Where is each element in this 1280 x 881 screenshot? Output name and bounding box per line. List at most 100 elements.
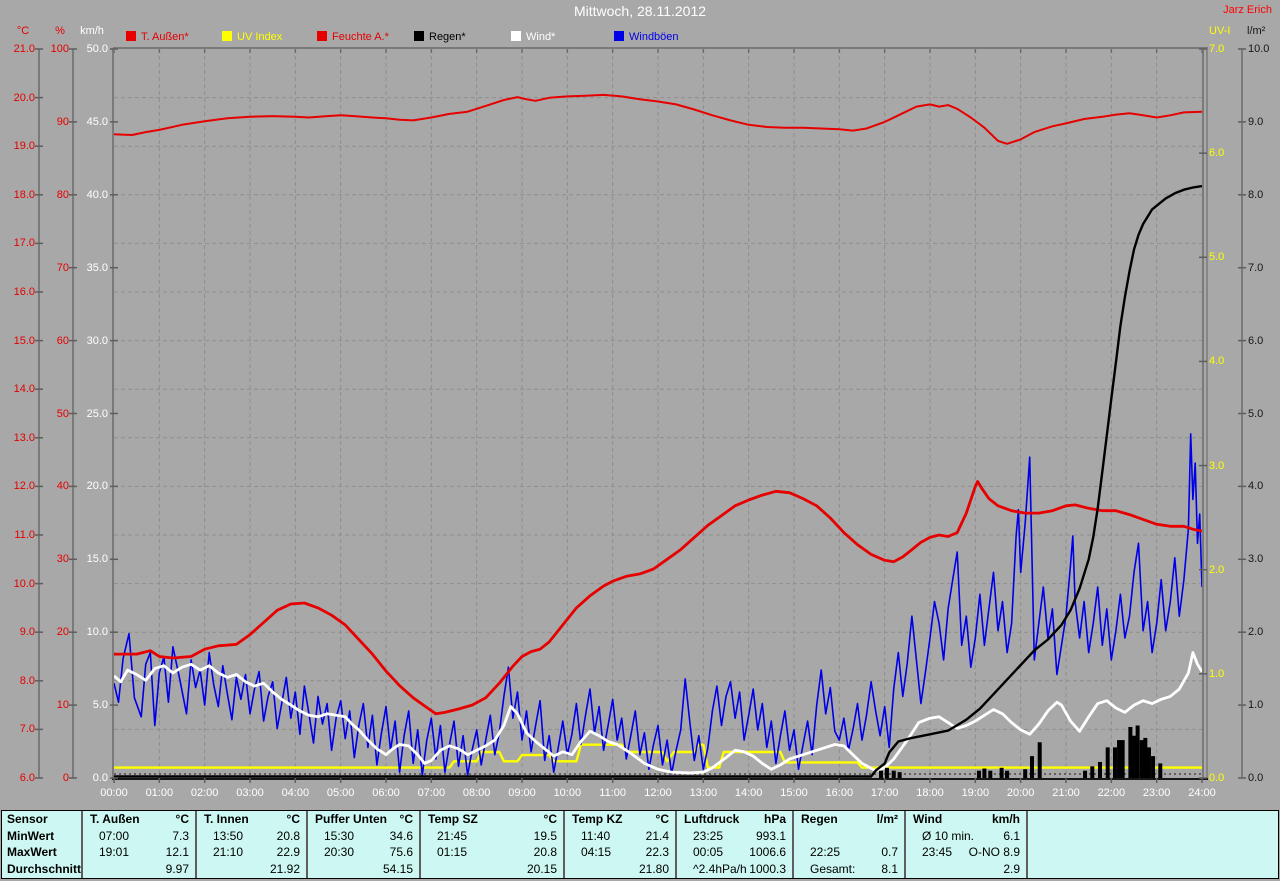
cell-time [308, 861, 383, 878]
y-tick-label: 6.0 [1248, 335, 1280, 347]
cell-value: 7.3 [172, 828, 195, 845]
x-tick-label: 03:00 [230, 787, 270, 799]
y-tick-label: 50.0 [74, 43, 108, 55]
rain-bar [1005, 771, 1009, 778]
cell-time: 19:01 [83, 844, 166, 861]
cell-time [906, 861, 1003, 878]
x-tick-label: 11:00 [593, 787, 633, 799]
table-cell: Ø 10 min.6.1 [906, 828, 1026, 845]
x-tick-label: 07:00 [411, 787, 451, 799]
cell-time [83, 861, 166, 878]
legend-label: UV Index [237, 31, 282, 43]
x-tick-label: 21:00 [1046, 787, 1086, 799]
cell-value: 21.4 [646, 828, 675, 845]
cell-time: 07:00 [83, 828, 172, 845]
x-tick-label: 12:00 [638, 787, 678, 799]
cell-value: °C [287, 811, 306, 828]
rain-bar [885, 768, 889, 778]
cell-value: 12.1 [166, 844, 195, 861]
table-cell: 2.9 [906, 861, 1026, 878]
y-tick-label: 3.0 [1209, 460, 1241, 472]
table-header-cell: Windkm/h [906, 811, 1026, 828]
rain-bar [1147, 747, 1151, 778]
y-tick-label: 2.0 [1209, 564, 1241, 576]
cell-time: Temp SZ [421, 811, 544, 828]
rain-bar [1140, 740, 1144, 778]
cell-value: O-NO 8.9 [969, 844, 1026, 861]
rain-bar [1106, 747, 1110, 778]
cell-time: 23:25 [677, 828, 756, 845]
y-tick-label: 80 [42, 189, 69, 201]
y-tick-label: 12.0 [4, 480, 35, 492]
y-tick-label: 45.0 [74, 116, 108, 128]
cell-time: 21:45 [421, 828, 534, 845]
cell-time: 21:10 [197, 844, 277, 861]
cell-value: 20.15 [527, 861, 563, 878]
y-tick-label: 35.0 [74, 262, 108, 274]
y-tick-label: 0 [42, 772, 69, 784]
y-tick-label: 15.0 [74, 553, 108, 565]
cell-value: 19.5 [534, 828, 563, 845]
rain-bar [1143, 738, 1147, 778]
cell-time: Temp KZ [565, 811, 656, 828]
y-tick-label: 40 [42, 480, 69, 492]
cell-value: 34.6 [390, 828, 419, 845]
y-tick-label: 1.0 [1248, 699, 1280, 711]
table-header-cell: Regenl/m² [794, 811, 904, 828]
cell-time: 04:15 [565, 844, 646, 861]
table-column: LuftdruckhPa23:25993.100:051006.6^2.4hPa… [675, 811, 792, 878]
rain-bar [977, 771, 981, 778]
table-column: Windkm/hØ 10 min.6.123:45O-NO 8.92.9 [904, 811, 1026, 878]
y-tick-label: 0.0 [1248, 772, 1280, 784]
table-filler [1026, 811, 1278, 878]
y-tick-label: 16.0 [4, 286, 35, 298]
y-tick-label: 8.0 [1248, 189, 1280, 201]
y-tick-label: 0.0 [1209, 772, 1241, 784]
cell-value: 8.1 [881, 861, 904, 878]
x-tick-label: 19:00 [955, 787, 995, 799]
cell-value: 20.8 [534, 844, 563, 861]
table-cell: 13:5020.8 [197, 828, 306, 845]
x-tick-label: 10:00 [547, 787, 587, 799]
x-tick-label: 13:00 [683, 787, 723, 799]
table-cell: 00:051006.6 [677, 844, 792, 861]
cell-value: 993.1 [756, 828, 792, 845]
table-header-cell: Temp SZ°C [421, 811, 563, 828]
y-tick-label: 7.0 [1248, 262, 1280, 274]
table-cell: 04:1522.3 [565, 844, 675, 861]
rain-bar [1117, 740, 1121, 778]
rain-bar [879, 771, 883, 778]
legend-swatch-icon [317, 31, 327, 41]
table-column: SensorMinWertMaxWertDurchschnitt [2, 811, 81, 878]
y-tick-label: 3.0 [1248, 553, 1280, 565]
y-tick-label: 6.0 [4, 772, 35, 784]
cell-time: 15:30 [308, 828, 390, 845]
y-tick-label: 90 [42, 116, 69, 128]
cell-time: 22:25 [794, 844, 881, 861]
table-cell: 22:250.7 [794, 844, 904, 861]
table-cell: 20.15 [421, 861, 563, 878]
x-tick-label: 09:00 [502, 787, 542, 799]
cell-value: km/h [992, 811, 1026, 828]
table-cell: 01:1520.8 [421, 844, 563, 861]
cell-value: hPa [764, 811, 792, 828]
table-header-cell: Temp KZ°C [565, 811, 675, 828]
rain-bar [1128, 727, 1132, 778]
table-header-cell: T. Innen°C [197, 811, 306, 828]
table-cell: 9.97 [83, 861, 195, 878]
cell-time: 13:50 [197, 828, 277, 845]
y-tick-label: 10.0 [74, 626, 108, 638]
x-tick-label: 14:00 [729, 787, 769, 799]
cell-value: °C [400, 811, 419, 828]
rain-bar [1121, 740, 1125, 778]
table-header-cell: T. Außen°C [83, 811, 195, 828]
x-tick-label: 23:00 [1137, 787, 1177, 799]
table-cell: 21:1022.9 [197, 844, 306, 861]
rain-bar [1083, 771, 1087, 778]
table-column: Temp KZ°C11:4021.404:1522.321.80 [563, 811, 675, 878]
legend-label: T. Außen* [141, 31, 189, 43]
cell-time: Ø 10 min. [906, 828, 1003, 845]
rain-bar [1090, 766, 1094, 778]
y-tick-label: 4.0 [1209, 355, 1241, 367]
table-row-label: Durchschnitt [2, 861, 81, 878]
